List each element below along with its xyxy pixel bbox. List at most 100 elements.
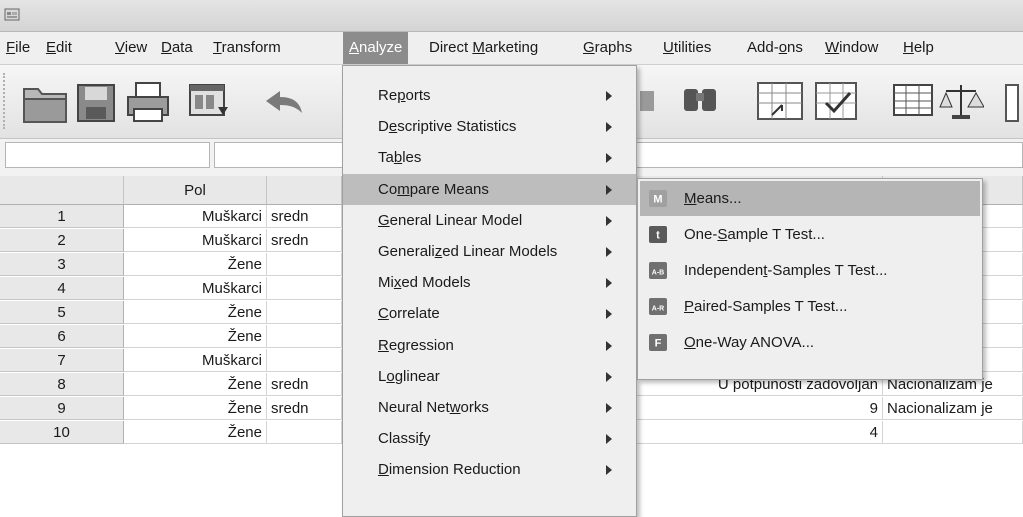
cell-name-field[interactable] — [5, 142, 210, 168]
print-icon[interactable] — [122, 75, 174, 129]
cell-pol[interactable]: Muškarci — [124, 277, 267, 300]
menu-bar: File Edit View Data Transform Analyze Direct M… — [0, 32, 1023, 65]
cell[interactable]: sredn — [267, 373, 342, 396]
title-bar — [0, 0, 1023, 32]
row-number[interactable]: 8 — [0, 373, 124, 396]
submenu-item-means[interactable]: M Means... — [640, 181, 980, 216]
compare-means-submenu: M Means... t One-Sample T Test... A-B Indepen… — [637, 178, 983, 380]
svg-text:M: M — [653, 194, 662, 206]
cell[interactable]: Nacionalizam je — [883, 397, 1023, 420]
cell[interactable] — [267, 253, 342, 276]
submenu-item-one-way-anova[interactable]: F One-Way ANOVA... — [640, 325, 980, 360]
toolbar-overflow-icon[interactable] — [1000, 75, 1023, 129]
svg-text:A-B: A-B — [652, 270, 664, 277]
analyze-menu-dropdown: Reports Descriptive Statistics Tables Compa… — [342, 65, 637, 517]
row-number[interactable]: 4 — [0, 277, 124, 300]
toolbar-grip[interactable] — [3, 73, 8, 129]
independent-samples-t-test-icon: A-B — [649, 262, 667, 279]
cell[interactable] — [267, 277, 342, 300]
menu-edit[interactable]: Edit — [40, 32, 78, 64]
value-labels-icon[interactable] — [890, 75, 936, 129]
menu-item-tables[interactable]: Tables — [343, 142, 636, 173]
row-number[interactable]: 2 — [0, 229, 124, 252]
submenu-item-paired-samples-t-test[interactable]: A-R Paired-Samples T Test... — [640, 289, 980, 324]
menu-direct-marketing[interactable]: Direct Marketing — [423, 32, 544, 64]
weight-cases-icon[interactable] — [938, 75, 984, 129]
row-number[interactable]: 6 — [0, 325, 124, 348]
row-number[interactable]: 1 — [0, 205, 124, 228]
means-icon: M — [649, 190, 667, 207]
save-icon[interactable] — [72, 75, 120, 129]
cell-pol[interactable]: Žene — [124, 325, 267, 348]
cell[interactable] — [267, 421, 342, 444]
menu-item-correlate[interactable]: Correlate — [343, 298, 636, 329]
cell[interactable]: 9 — [637, 397, 883, 420]
cell[interactable]: sredn — [267, 397, 342, 420]
cell-pol[interactable]: Muškarci — [124, 229, 267, 252]
menu-item-mixed-models[interactable]: Mixed Models — [343, 267, 636, 298]
split-file-icon[interactable] — [752, 75, 810, 129]
svg-text:t: t — [656, 230, 660, 242]
submenu-arrow-icon — [606, 340, 612, 351]
submenu-arrow-icon — [606, 153, 612, 164]
row-number[interactable]: 5 — [0, 301, 124, 324]
submenu-arrow-icon — [606, 215, 612, 226]
menu-graphs[interactable]: Graphs — [577, 32, 638, 64]
cell-pol[interactable]: Žene — [124, 397, 267, 420]
cell[interactable] — [267, 301, 342, 324]
one-sample-t-test-icon: t — [649, 226, 667, 243]
menu-item-compare-means[interactable]: Compare Means — [343, 173, 636, 205]
menu-item-neural-networks[interactable]: Neural Networks — [343, 392, 636, 423]
cell-pol[interactable]: Muškarci — [124, 349, 267, 372]
app-icon — [4, 8, 20, 21]
cell[interactable]: sredn — [267, 205, 342, 228]
cell[interactable]: sredn — [267, 229, 342, 252]
svg-text:A-R: A-R — [652, 306, 664, 313]
cell-pol[interactable]: Žene — [124, 373, 267, 396]
row-number[interactable]: 10 — [0, 421, 124, 444]
menu-help[interactable]: Help — [897, 32, 940, 64]
menu-utilities[interactable]: Utilities — [657, 32, 717, 64]
row-number[interactable]: 3 — [0, 253, 124, 276]
menu-item-regression[interactable]: Regression — [343, 330, 636, 361]
menu-transform[interactable]: Transform — [207, 32, 287, 64]
menu-view[interactable]: View — [109, 32, 153, 64]
menu-item-generalized-linear-models[interactable]: Generalized Linear Models — [343, 236, 636, 267]
corner-header[interactable] — [0, 176, 124, 205]
cell-pol[interactable]: Žene — [124, 301, 267, 324]
submenu-arrow-icon — [606, 122, 612, 133]
menu-item-classify[interactable]: Classify — [343, 423, 636, 454]
submenu-item-independent-samples-t-test[interactable]: A-B Independent-Samples T Test... — [640, 253, 980, 288]
menu-item-dimension-reduction[interactable]: Dimension Reduction — [343, 454, 636, 485]
select-cases-icon[interactable] — [812, 75, 862, 129]
submenu-arrow-icon — [606, 434, 612, 445]
cell[interactable] — [883, 421, 1023, 444]
cell[interactable] — [267, 325, 342, 348]
cell[interactable] — [267, 349, 342, 372]
column-header-pol[interactable]: Pol — [124, 176, 267, 205]
menu-analyze[interactable]: Analyze — [343, 32, 409, 64]
row-number[interactable]: 7 — [0, 349, 124, 372]
dialog-recall-icon[interactable] — [182, 75, 234, 129]
menu-file[interactable]: File — [0, 32, 36, 64]
submenu-item-one-sample-t-test[interactable]: t One-Sample T Test... — [640, 217, 980, 252]
menu-add-ons[interactable]: Add-ons — [741, 32, 809, 64]
one-way-anova-icon: F — [649, 334, 667, 351]
menu-window[interactable]: Window — [819, 32, 884, 64]
undo-icon[interactable] — [254, 75, 310, 129]
submenu-arrow-icon — [606, 278, 612, 289]
column-header[interactable] — [267, 176, 342, 205]
menu-item-loglinear[interactable]: Loglinear — [343, 361, 636, 392]
menu-data[interactable]: Data — [155, 32, 199, 64]
cell-pol[interactable]: Muškarci — [124, 205, 267, 228]
menu-item-general-linear-model[interactable]: General Linear Model — [343, 205, 636, 236]
cell[interactable]: 4 — [637, 421, 883, 444]
menu-item-reports[interactable]: Reports — [343, 80, 636, 111]
open-folder-icon[interactable] — [18, 75, 74, 129]
menu-item-descriptive-statistics[interactable]: Descriptive Statistics — [343, 111, 636, 142]
goto-variable-icon[interactable] — [638, 75, 658, 129]
cell-pol[interactable]: Žene — [124, 421, 267, 444]
find-binoculars-icon[interactable] — [676, 75, 726, 129]
cell-pol[interactable]: Žene — [124, 253, 267, 276]
row-number[interactable]: 9 — [0, 397, 124, 420]
